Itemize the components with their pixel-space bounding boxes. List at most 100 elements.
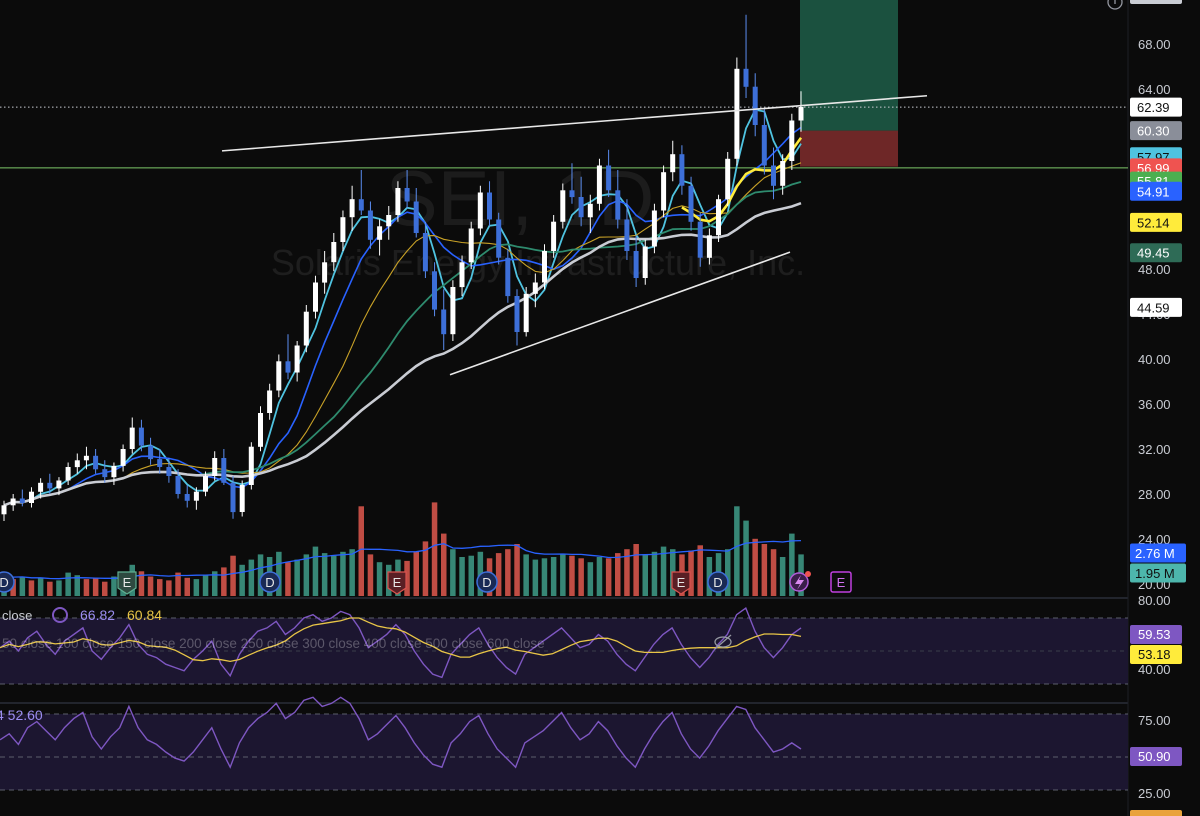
- bottom-axis-badge: [1130, 810, 1182, 816]
- volume-bar: [450, 549, 456, 596]
- candle: [102, 460, 108, 483]
- candle: [477, 185, 483, 236]
- candle: [661, 165, 667, 218]
- dividend-marker[interactable]: D: [259, 571, 281, 593]
- price-badge-last: 62.39: [1130, 97, 1182, 117]
- dividend-marker[interactable]: D: [0, 571, 15, 593]
- volume-bar: [633, 544, 639, 596]
- candle: [450, 280, 456, 341]
- svg-text:D: D: [0, 575, 9, 590]
- candle: [743, 14, 749, 98]
- volume-bar: [312, 546, 319, 596]
- volume-bar: [523, 554, 529, 596]
- candle: [285, 334, 291, 380]
- volume-bar: [331, 555, 337, 596]
- rsi-strip-badge-a: 59.53: [1130, 625, 1182, 644]
- watermark-ticker: SEI, 1D: [386, 154, 655, 242]
- volume-bar: [28, 580, 35, 596]
- stop-zone[interactable]: [800, 130, 898, 167]
- volume-bar: [779, 557, 786, 596]
- volume-bar: [651, 551, 658, 596]
- candle: [10, 494, 16, 511]
- volume-bar: [642, 554, 648, 596]
- price-badge-ma5: 52.14: [1130, 212, 1182, 232]
- long-position-tool[interactable]: [800, 0, 898, 167]
- candle: [523, 287, 529, 337]
- price-chart[interactable]: SEI, 1D Solaris Energy Infrastructure, I…: [0, 0, 1200, 816]
- volume-bar: [734, 506, 740, 596]
- candle: [19, 489, 25, 507]
- candle: [651, 203, 657, 254]
- watermark-company: Solaris Energy Infrastructure, Inc.: [271, 242, 805, 283]
- volume-bar: [752, 538, 758, 596]
- price-badge-ma0: 60.30: [1130, 121, 1182, 141]
- rsi-strip-scale-top: 80.00: [1138, 593, 1171, 608]
- volume-bar: [743, 520, 749, 596]
- svg-text:E: E: [393, 575, 402, 590]
- candle: [496, 212, 502, 265]
- volume-bar: [376, 562, 383, 596]
- candle: [239, 480, 245, 517]
- rsi-legend[interactable]: 4 52.60: [0, 707, 43, 723]
- volume-bar: [615, 553, 621, 596]
- candle: [258, 406, 263, 452]
- price-tick-label: 64.00: [1138, 82, 1171, 97]
- volume-bar: [605, 558, 612, 596]
- price-badge-ma6: 49.45: [1130, 243, 1182, 263]
- svg-text:60.30: 60.30: [1137, 124, 1170, 139]
- rsi-strip-value-a: 66.82: [80, 607, 115, 623]
- candle: [670, 140, 676, 182]
- svg-text:D: D: [482, 575, 491, 590]
- rsi-scale-bottom: 25.00: [1138, 786, 1171, 801]
- svg-text:E: E: [677, 575, 686, 590]
- rsi-band: [0, 714, 1128, 790]
- volume-bar: [569, 555, 575, 596]
- volume-bar: [19, 576, 26, 596]
- price-tick-label: 28.00: [1138, 487, 1171, 502]
- price-badge-ma7: 44.59: [1130, 297, 1182, 317]
- candle: [349, 185, 355, 231]
- volume-bar: [230, 555, 236, 596]
- candle: [148, 437, 154, 465]
- candle: [267, 383, 273, 420]
- target-zone[interactable]: [800, 0, 898, 131]
- scale-settings-icon[interactable]: [1107, 0, 1123, 10]
- svg-text:53.18: 53.18: [1138, 647, 1171, 662]
- svg-text:2.76 M: 2.76 M: [1135, 546, 1175, 561]
- dividend-marker[interactable]: D: [707, 571, 729, 593]
- dividend-marker[interactable]: D: [476, 571, 498, 593]
- volume-bar: [321, 553, 328, 596]
- candle: [184, 485, 190, 508]
- volume-bar: [532, 559, 539, 596]
- volume-bar: [56, 580, 62, 596]
- candle: [358, 170, 364, 215]
- rsi-strip-ma-labels: 50 close 100 close 150 close 200 close 2…: [2, 636, 545, 651]
- volume-bar: [358, 506, 364, 596]
- volume-badge: 2.76 M: [1130, 543, 1186, 563]
- upcoming-earnings-marker[interactable]: E: [830, 571, 852, 593]
- volume-bar: [541, 558, 548, 596]
- candle: [129, 417, 135, 454]
- volume-bar: [413, 551, 419, 596]
- svg-text:E: E: [837, 575, 846, 590]
- volume-bar: [193, 579, 200, 596]
- volume-bar: [166, 580, 172, 596]
- volume-bar: [202, 575, 209, 596]
- candle: [294, 341, 300, 382]
- price-badge-ma4: 54.91: [1130, 181, 1182, 201]
- candle: [93, 449, 99, 474]
- candle: [29, 487, 34, 508]
- volume-bar: [157, 579, 163, 596]
- volume-bar: [248, 559, 255, 596]
- volume-bar: [184, 577, 190, 596]
- volume-bar: [239, 564, 245, 596]
- volume-bar: [294, 559, 300, 596]
- candle: [212, 451, 218, 481]
- candle: [596, 158, 602, 211]
- volume-bar: [92, 577, 99, 596]
- candle: [441, 289, 447, 350]
- svg-text:D: D: [713, 575, 722, 590]
- rsi-strip-scale-bottom: 40.00: [1138, 662, 1171, 677]
- volume-bar: [340, 551, 346, 596]
- candle: [688, 176, 694, 231]
